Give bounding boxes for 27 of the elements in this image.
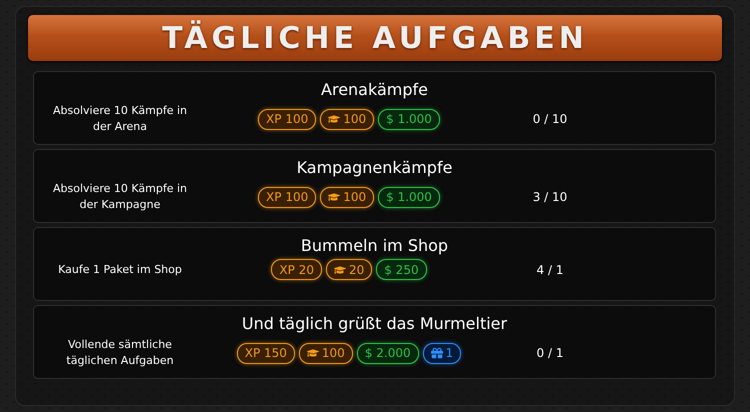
reward-badge: $ 1.000 xyxy=(378,186,440,208)
task-title: Bummeln im Shop xyxy=(300,235,448,257)
panel-title: TÄGLICHE AUFGABEN xyxy=(28,15,722,61)
reward-badge: XP 20 xyxy=(271,259,322,280)
task-title: Arenakämpfe xyxy=(321,79,428,101)
reward-badge: XP 100 xyxy=(258,108,316,130)
reward-badge: 100 xyxy=(320,186,374,208)
reward-badge: 100 xyxy=(298,342,353,364)
task-description: Absolviere 10 Kämpfe in der Kampagne xyxy=(52,181,188,213)
task-description: Kaufe 1 Paket im Shop xyxy=(57,262,183,278)
task-title: Und täglich grüßt das Murmeltier xyxy=(242,313,508,335)
reward-badge: $ 250 xyxy=(376,259,427,280)
gift-icon xyxy=(430,347,443,359)
reward-badge: 20 xyxy=(326,259,372,280)
reward-badge: XP 100 xyxy=(258,186,316,208)
reward-badge: XP 150 xyxy=(236,342,295,364)
reward-badge: 1 xyxy=(422,342,462,364)
graduation-cap-icon xyxy=(306,347,319,359)
graduation-cap-icon xyxy=(328,113,340,125)
task-description: Absolviere 10 Kämpfe in der Arena xyxy=(52,103,188,135)
reward-badge: 100 xyxy=(320,108,374,130)
graduation-cap-icon xyxy=(328,191,340,203)
task-description: Vollende sämtliche täglichen Aufgaben xyxy=(65,337,175,369)
reward-badge: $ 1.000 xyxy=(378,108,440,130)
reward-badge: $ 2.000 xyxy=(356,342,419,364)
task-title: Kampagnenkämpfe xyxy=(296,157,452,179)
graduation-cap-icon xyxy=(334,264,346,276)
